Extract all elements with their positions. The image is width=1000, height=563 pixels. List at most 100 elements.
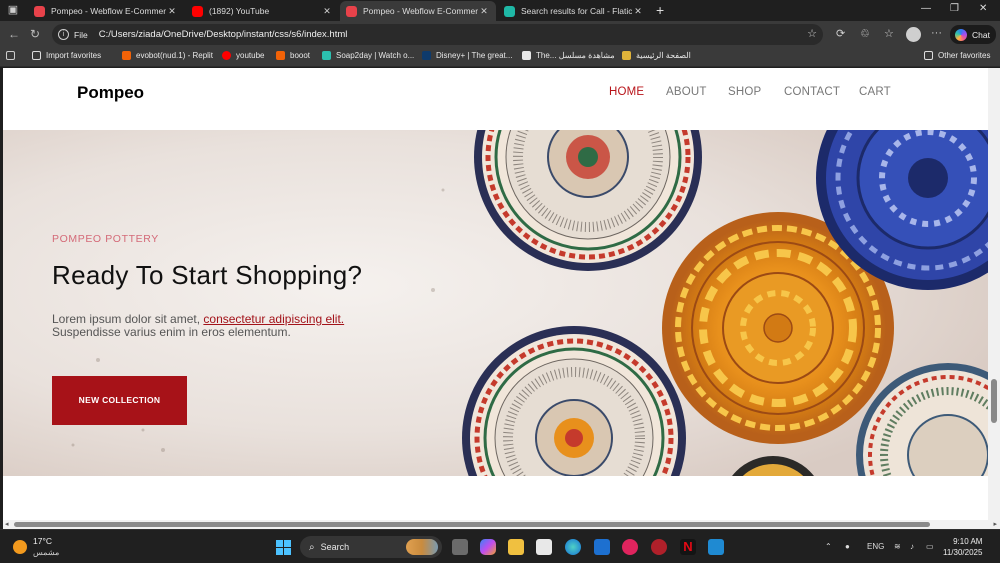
url-text[interactable]: C:/Users/ziada/OneDrive/Desktop/instant/… [99,29,348,40]
system-clock[interactable]: 9:10 AM 11/30/2025 [943,536,982,558]
profile-avatar[interactable] [906,27,921,42]
horizontal-scrollbar[interactable]: ◂ ▸ [3,520,1000,529]
pompeo-favicon-icon [34,5,45,17]
favorite-replit-evobot[interactable]: evobot(nud.1) - Replit [122,51,213,60]
address-bar[interactable]: i File C:/Users/ziada/OneDrive/Desktop/i… [52,24,823,45]
tab-title: Pompeo - Webflow E-Commerce [363,6,478,16]
wifi-icon[interactable]: ≋ [894,542,901,551]
nav-home[interactable]: HOME [609,86,644,98]
new-tab-icon[interactable]: + [656,2,664,18]
favorite-star-icon[interactable]: ☆ [807,27,817,40]
scroll-left-icon[interactable]: ◂ [5,520,9,528]
tab-pompeo-1[interactable]: Pompeo - Webflow E-Commerce ✕ [28,1,184,21]
restore-icon[interactable]: ❐ [950,3,959,14]
favorite-youtube[interactable]: youtube [222,51,264,60]
volume-icon[interactable]: ♪ [910,542,914,551]
home-folder-icon [622,51,631,60]
page-viewport: Pompeo HOME ABOUT SHOP CONTACT CART POMP… [3,68,988,520]
edge-browser-icon[interactable] [565,539,581,555]
pompeo-favicon-icon [346,5,357,17]
browser-essentials-icon[interactable]: ♲ [860,27,870,40]
browser-toolbar: ← ↻ i File C:/Users/ziada/OneDrive/Deskt… [0,21,1000,48]
search-label: Search [320,542,350,552]
tab-actions-icon[interactable]: ▣ [4,2,22,19]
favorites-bar-menu-icon[interactable] [6,51,20,60]
windows-taskbar: 17°C مشمس ⌕ Search N ⌃ ● ENG ≋ ♪ ▭ 9:10 … [0,529,1000,563]
close-tab-icon[interactable]: ✕ [166,6,178,17]
weather-temperature[interactable]: 17°C [33,536,52,546]
clock-date: 11/30/2025 [943,548,983,557]
close-tab-icon[interactable]: ✕ [321,6,333,17]
favorite-label: youtube [236,51,265,60]
tab-flaticon[interactable]: Search results for Call - Flaticon ✕ [498,1,650,21]
chat-label: Chat [972,29,990,40]
scroll-right-icon[interactable]: ▸ [993,520,997,528]
task-view-icon[interactable] [452,539,468,555]
page-content-below [3,476,988,520]
copilot-app-icon[interactable] [480,539,496,555]
hero-body-link[interactable]: consectetur adipiscing elit. [203,312,344,326]
favorite-label: الصفحة الرئيسية [636,51,691,60]
nav-contact[interactable]: CONTACT [784,86,840,98]
close-tab-icon[interactable]: ✕ [478,6,490,17]
vscode-icon[interactable] [708,539,724,555]
clock-time: 9:10 AM [953,537,983,546]
favorite-home-folder[interactable]: الصفحة الرئيسية [622,51,691,60]
minimize-icon[interactable]: — [921,3,931,14]
replit-icon [122,51,131,60]
refresh-icon[interactable]: ↻ [30,27,40,41]
favorite-label: The... مشاهدة مسلسل [536,51,615,60]
favorite-label: evobot(nud.1) - Replit [136,51,213,60]
favorite-soap2day[interactable]: Soap2day | Watch o... [322,51,414,60]
tab-title: (1892) YouTube [209,6,270,16]
favorite-import[interactable]: Import favorites [32,51,101,60]
vertical-scroll-thumb[interactable] [991,379,997,423]
import-icon [32,51,41,60]
tab-title: Search results for Call - Flaticon [521,6,632,16]
youtube-icon [222,51,231,60]
media-player-icon[interactable] [622,539,638,555]
netflix-icon[interactable]: N [680,539,696,555]
other-favorites[interactable]: Other favorites [924,51,990,60]
hero-eyebrow: POMPEO POTTERY [52,233,159,245]
folder-icon [924,51,933,60]
new-collection-button[interactable]: NEW COLLECTION [52,376,187,425]
more-menu-icon[interactable]: ··· [931,27,942,39]
extensions-icon[interactable]: ⟳ [836,27,845,40]
vertical-scrollbar[interactable] [988,68,1000,520]
sun-weather-icon[interactable] [13,540,27,554]
favorite-series[interactable]: The... مشاهدة مسلسل [522,51,615,60]
favorite-booot[interactable]: booot [276,51,310,60]
nav-shop[interactable]: SHOP [728,86,761,98]
tab-pompeo-active[interactable]: Pompeo - Webflow E-Commerce ✕ [340,1,496,21]
tab-youtube[interactable]: (1892) YouTube ✕ [186,1,339,21]
battery-icon[interactable]: ▭ [926,542,934,551]
microsoft-store-icon[interactable] [536,539,552,555]
favorites-icon[interactable]: ☆ [884,27,894,40]
hero-section: POMPEO POTTERY Ready To Start Shopping? … [3,130,988,476]
scheme-label: File [74,29,88,40]
close-window-icon[interactable]: ✕ [979,3,987,14]
site-info-icon[interactable]: i [58,29,69,40]
close-tab-icon[interactable]: ✕ [632,6,644,17]
nav-about[interactable]: ABOUT [666,86,707,98]
nav-cart[interactable]: CART [859,86,891,98]
favorite-label: Import favorites [46,51,102,60]
language-indicator[interactable]: ENG [867,542,884,551]
security-tray-icon[interactable]: ● [845,542,850,551]
copilot-chat-button[interactable]: Chat [950,25,996,44]
app-red-icon[interactable] [651,539,667,555]
tab-title: Pompeo - Webflow E-Commerce [51,6,166,16]
back-icon[interactable]: ← [8,27,20,41]
replit-icon [276,51,285,60]
windows-start-icon[interactable] [276,540,291,555]
outlook-icon[interactable] [594,539,610,555]
brand-logo[interactable]: Pompeo [77,83,144,103]
show-hidden-icons[interactable]: ⌃ [825,542,832,551]
favorite-disney[interactable]: Disney+ | The great... [422,51,512,60]
taskbar-search[interactable]: ⌕ Search [300,536,442,558]
other-favorites-label: Other favorites [938,51,991,60]
file-explorer-icon[interactable] [508,539,524,555]
weather-description[interactable]: مشمس [33,548,59,557]
horizontal-scroll-thumb[interactable] [14,522,930,527]
